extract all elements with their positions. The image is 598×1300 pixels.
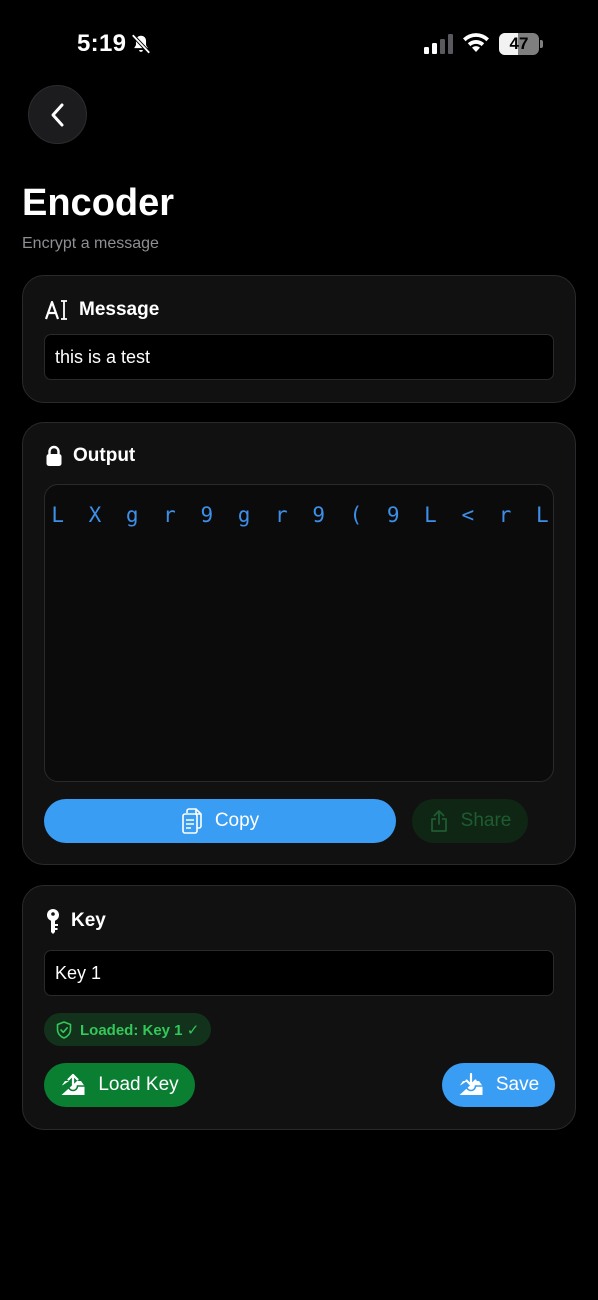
page-title: Encoder [22, 182, 175, 224]
lock-icon [46, 445, 62, 466]
shield-check-icon [56, 1020, 72, 1039]
key-card-header: Key [45, 908, 106, 934]
chevron-left-icon [51, 103, 63, 126]
output-text-area[interactable]: L X g r 9 g r 9 ( 9 L < r L [44, 484, 554, 782]
save-button-label: Save [495, 1074, 540, 1095]
battery-cap [540, 40, 543, 48]
back-button[interactable] [28, 85, 87, 144]
status-time: 5:19 [77, 30, 127, 57]
page-subtitle: Encrypt a message [22, 235, 159, 252]
save-button[interactable]: Save [442, 1063, 555, 1107]
bell-slash-icon [131, 34, 151, 54]
share-button[interactable]: Share [412, 799, 528, 843]
output-label: Output [73, 445, 136, 466]
key-label: Key [71, 910, 106, 931]
load-key-button[interactable]: Load Key [44, 1063, 195, 1107]
output-card-header: Output [45, 445, 135, 467]
copy-button-label: Copy [214, 810, 260, 831]
output-ciphertext: L X g r 9 g r 9 ( 9 L < r L [51, 503, 549, 527]
output-card: Output L X g r 9 g r 9 ( 9 L < r L Copy … [22, 422, 576, 865]
cellular-signal-icon [424, 34, 453, 54]
load-key-button-label: Load Key [98, 1074, 179, 1095]
message-card: Message this is a test [22, 275, 576, 403]
message-label: Message [79, 299, 160, 320]
share-button-label: Share [460, 810, 512, 831]
message-card-header: Message [45, 299, 159, 321]
key-icon [47, 909, 59, 934]
text-cursor-icon [45, 300, 67, 320]
battery-indicator: 47 [499, 33, 543, 55]
battery-body: 47 [499, 33, 539, 55]
message-input[interactable]: this is a test [44, 334, 554, 380]
tray-download-icon [459, 1073, 483, 1095]
key-input[interactable]: Key 1 [44, 950, 554, 996]
key-loaded-badge-text: Loaded: Key 1 ✓ [80, 1021, 200, 1039]
key-loaded-badge: Loaded: Key 1 ✓ [44, 1013, 212, 1046]
status-bar: 5:19 47 [0, 0, 598, 90]
wifi-icon [463, 33, 489, 52]
share-icon [430, 810, 447, 832]
key-card: Key Key 1 Loaded: Key 1 ✓ Load Key Save [22, 885, 576, 1130]
copy-button[interactable]: Copy [44, 799, 396, 843]
tray-upload-icon [61, 1073, 85, 1095]
battery-level: 47 [509, 34, 529, 53]
copy-icon [182, 808, 202, 834]
